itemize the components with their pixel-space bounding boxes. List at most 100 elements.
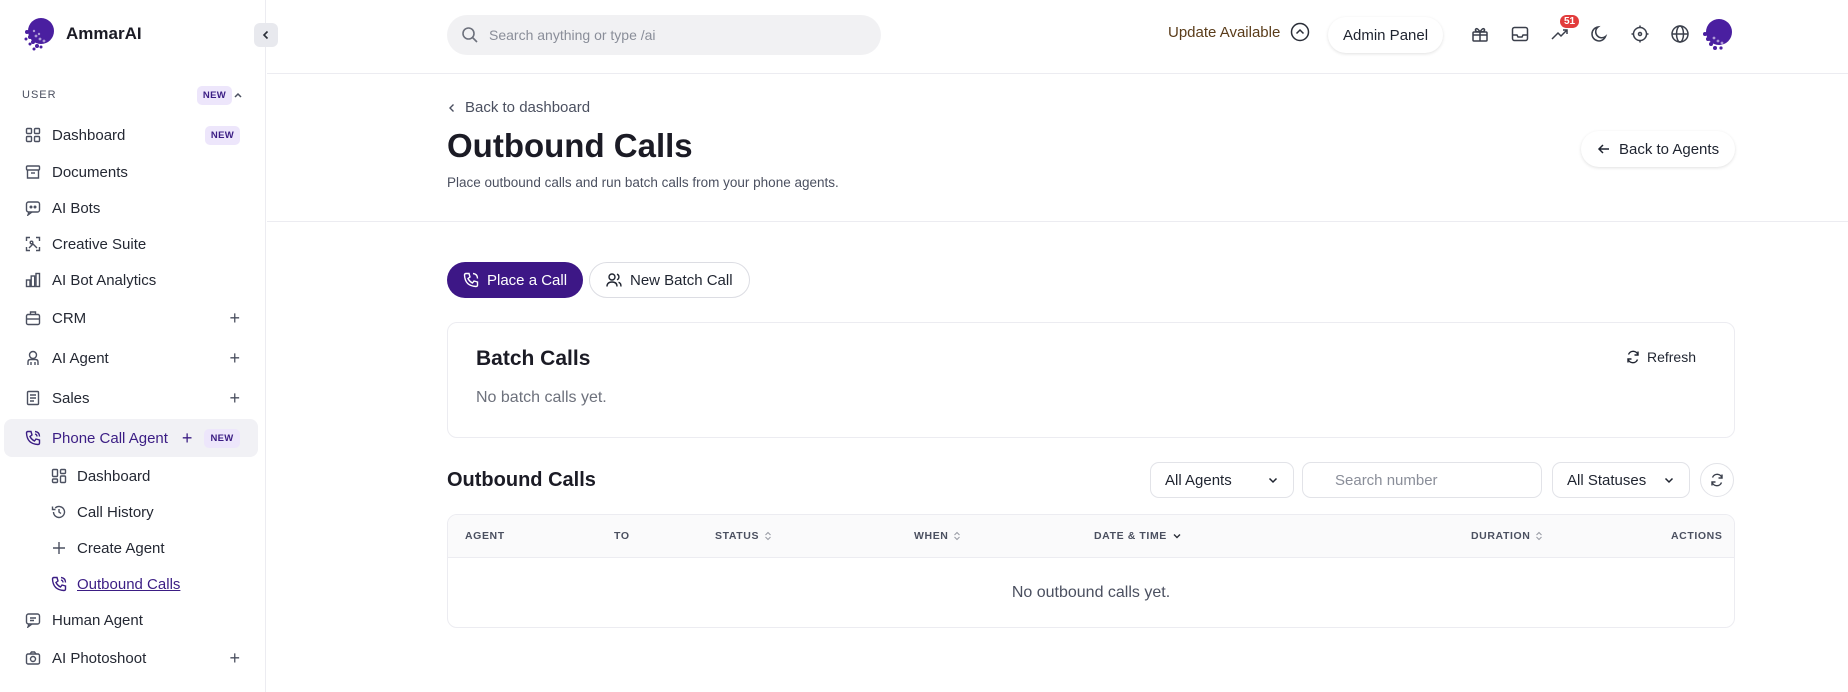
sidebar-item-ai-agent[interactable]: AI Agent +: [4, 340, 258, 376]
sidebar-item-label: Sales: [52, 389, 90, 407]
new-batch-call-button[interactable]: New Batch Call: [589, 262, 750, 298]
sidebar-item-dashboard[interactable]: Dashboard NEW: [4, 117, 258, 153]
agent-filter-value: All Agents: [1165, 471, 1232, 489]
sub-item-call-history[interactable]: Call History: [50, 497, 250, 527]
column-header-to: TO: [614, 530, 630, 542]
plus-icon: [50, 539, 68, 557]
receipt-icon: [24, 389, 42, 407]
sidebar-item-label: Dashboard: [52, 126, 126, 144]
back-to-dashboard-link[interactable]: Back to dashboard: [447, 99, 590, 116]
expand-plus-icon[interactable]: +: [229, 649, 240, 667]
inbox-icon[interactable]: [1509, 23, 1531, 45]
section-label: USER: [22, 89, 57, 101]
gift-icon[interactable]: [1469, 23, 1491, 45]
phone-icon: [24, 429, 42, 447]
search-number-input[interactable]: [1335, 471, 1525, 489]
sidebar-item-label: AI Bots: [52, 199, 101, 217]
search-number-field[interactable]: [1302, 462, 1542, 498]
sidebar-item-label: AI Bot Analytics: [52, 271, 157, 289]
page-subtitle: Place outbound calls and run batch calls…: [447, 175, 839, 190]
notification-count-badge: 51: [1560, 15, 1580, 28]
admin-panel-button[interactable]: Admin Panel: [1328, 17, 1444, 53]
column-header-date-time[interactable]: DATE & TIME: [1094, 530, 1182, 542]
refresh-icon: [1627, 350, 1639, 364]
new-badge: NEW: [204, 125, 240, 145]
column-header-when[interactable]: WHEN: [914, 530, 961, 542]
sub-item-label: Outbound Calls: [77, 575, 181, 593]
expand-plus-icon[interactable]: +: [229, 309, 240, 327]
sidebar: AmmarAI USER NEW Dashboard NEW Documents…: [0, 0, 266, 692]
sidebar-item-ai-bot-analytics[interactable]: AI Bot Analytics: [4, 262, 258, 298]
sort-icon: [1536, 531, 1543, 541]
brand-logo-icon: [24, 18, 54, 51]
camera-icon: [24, 649, 42, 667]
global-search[interactable]: [447, 15, 881, 55]
new-badge: NEW: [204, 428, 240, 448]
sort-desc-icon: [1173, 534, 1181, 539]
back-to-dashboard-label: Back to dashboard: [465, 99, 591, 116]
trending-icon[interactable]: 51: [1549, 15, 1580, 45]
image-frame-icon: [24, 235, 42, 253]
arrow-up-circle-icon: [1291, 22, 1310, 42]
place-call-button[interactable]: Place a Call: [447, 262, 584, 298]
column-header-status[interactable]: STATUS: [715, 530, 772, 542]
agent-icon: [24, 349, 42, 367]
sub-item-create-agent[interactable]: Create Agent: [50, 533, 250, 563]
arrow-left-icon: [1597, 144, 1609, 154]
avatar[interactable]: [1699, 17, 1735, 53]
crosshair-icon[interactable]: [1629, 23, 1651, 45]
expand-plus-icon[interactable]: +: [182, 429, 193, 447]
user-section-header[interactable]: USER NEW: [22, 82, 244, 108]
update-available-button[interactable]: Update Available: [1168, 22, 1310, 42]
sub-item-outbound-calls[interactable]: Outbound Calls: [50, 569, 250, 599]
refresh-button[interactable]: Refresh: [1626, 349, 1696, 365]
sub-item-label: Dashboard: [77, 467, 151, 485]
page-header: Back to dashboard Outbound Calls Place o…: [267, 75, 1848, 222]
agent-filter-select[interactable]: All Agents: [1150, 462, 1294, 498]
place-call-label: Place a Call: [487, 271, 568, 289]
message-icon: [24, 611, 42, 629]
moon-icon[interactable]: [1589, 23, 1611, 45]
grid-icon: [50, 467, 68, 485]
status-filter-value: All Statuses: [1567, 471, 1647, 489]
chevron-down-icon: [1268, 477, 1278, 484]
sidebar-item-documents[interactable]: Documents: [4, 154, 258, 190]
brand-name: AmmarAI: [66, 24, 142, 43]
column-header-duration[interactable]: DURATION: [1471, 530, 1543, 542]
sidebar-item-ai-photoshoot[interactable]: AI Photoshoot +: [4, 640, 258, 676]
back-to-agents-label: Back to Agents: [1619, 140, 1720, 158]
users-icon: [606, 273, 622, 287]
column-header-agent: AGENT: [465, 530, 505, 542]
sort-icon: [765, 531, 771, 541]
sub-item-dashboard[interactable]: Dashboard: [50, 461, 250, 491]
sidebar-item-human-agent[interactable]: Human Agent: [4, 602, 258, 638]
brand[interactable]: AmmarAI: [22, 16, 142, 52]
status-filter-select[interactable]: All Statuses: [1552, 462, 1690, 498]
expand-plus-icon[interactable]: +: [229, 349, 240, 367]
search-input[interactable]: [489, 27, 869, 43]
outbound-calls-table: AGENT TO STATUS WHEN DATE & TIME DURATIO…: [447, 514, 1735, 628]
globe-icon[interactable]: [1669, 23, 1691, 45]
page-title: Outbound Calls: [447, 127, 693, 164]
bar-chart-icon: [24, 271, 42, 289]
search-icon: [462, 27, 478, 43]
new-badge: NEW: [196, 85, 232, 105]
expand-plus-icon[interactable]: +: [229, 389, 240, 407]
batch-calls-card: Batch Calls Refresh No batch calls yet.: [447, 322, 1735, 438]
sidebar-item-label: CRM: [52, 309, 87, 327]
sidebar-item-crm[interactable]: CRM +: [4, 300, 258, 336]
chevron-left-icon: [449, 103, 454, 112]
batch-calls-title: Batch Calls: [476, 347, 591, 370]
table-header: AGENT TO STATUS WHEN DATE & TIME DURATIO…: [448, 515, 1734, 558]
sidebar-item-sales[interactable]: Sales +: [4, 380, 258, 416]
sidebar-item-creative-suite[interactable]: Creative Suite: [4, 226, 258, 262]
top-bar: Update Available Admin Panel 51: [267, 0, 1848, 74]
sidebar-item-ai-bots[interactable]: AI Bots: [4, 190, 258, 226]
outbound-calls-title: Outbound Calls: [447, 469, 596, 491]
reload-table-button[interactable]: [1700, 463, 1734, 497]
sidebar-item-phone-call-agent[interactable]: Phone Call Agent + NEW: [4, 419, 258, 457]
briefcase-icon: [24, 309, 42, 327]
back-to-agents-button[interactable]: Back to Agents: [1581, 131, 1736, 167]
collapse-sidebar-button[interactable]: [254, 23, 278, 47]
column-header-actions: ACTIONS: [1671, 530, 1723, 542]
